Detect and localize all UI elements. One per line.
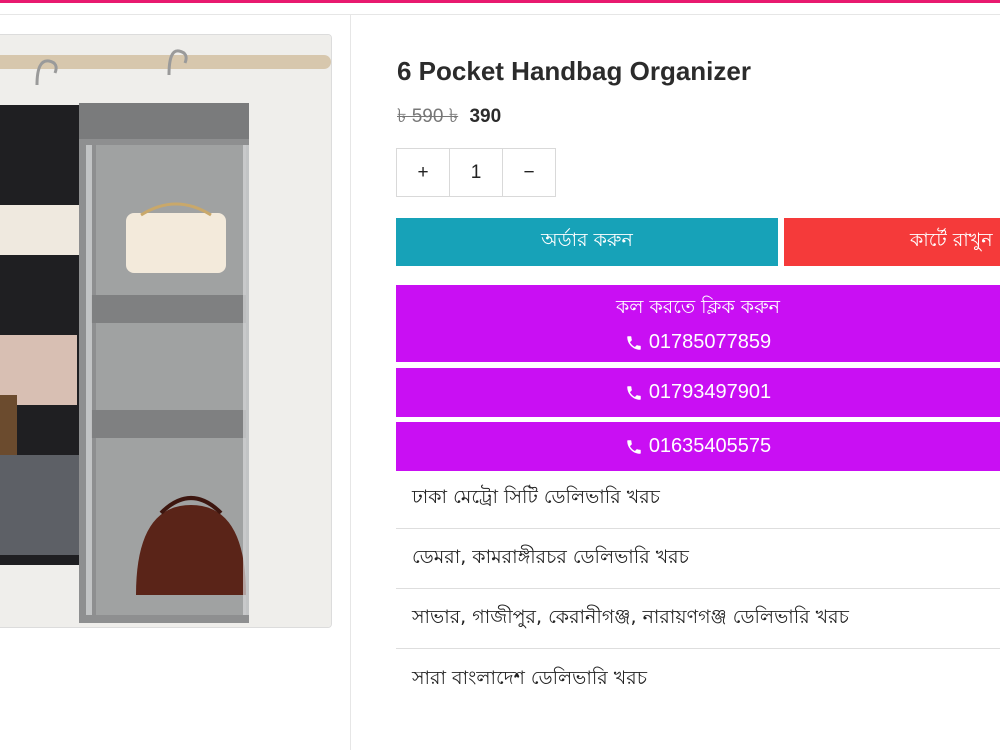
phone-icon [627, 385, 641, 400]
quantity-input[interactable]: 1 [449, 149, 502, 196]
delivery-option-all-bangladesh[interactable]: সারা বাংলাদেশ ডেলিভারি খরচ [396, 650, 1000, 709]
phone-number-line: 01635405575 [625, 435, 771, 458]
call-heading: কল করতে ক্লিক করুন [615, 296, 780, 318]
product-photo-illustration [0, 35, 331, 627]
product-title: 6 Pocket Handbag Organizer [397, 56, 751, 86]
add-to-cart-button[interactable]: কার্টে রাখুন [784, 218, 1000, 266]
phone-number-line: 01793497901 [625, 381, 771, 404]
phone-icon [627, 335, 641, 350]
quantity-increase-button[interactable]: + [397, 149, 449, 196]
phone-icon [627, 439, 641, 454]
phone-number: 01793497901 [648, 381, 772, 403]
call-button-2[interactable]: 01793497901 [396, 368, 1000, 417]
order-button[interactable]: অর্ডার করুন [396, 218, 778, 266]
old-price: ৳ 590 ৳ [397, 106, 459, 127]
column-divider [350, 15, 351, 750]
call-button-primary[interactable]: কল করতে ক্লিক করুন 01785077859 [396, 285, 1000, 362]
delivery-option-demra-kamrangirchar[interactable]: ডেমরা, কামরাঙ্গীরচর ডেলিভারি খরচ [396, 530, 1000, 589]
delivery-option-dhaka-metro[interactable]: ঢাকা মেট্রো সিটি ডেলিভারি খরচ [396, 470, 1000, 529]
call-button-3[interactable]: 01635405575 [396, 422, 1000, 471]
top-accent-bar [0, 0, 1000, 3]
phone-number-line: 01785077859 [625, 331, 771, 354]
sale-price: 390 [469, 106, 502, 127]
quantity-stepper[interactable]: + 1 − [396, 148, 556, 197]
quantity-decrease-button[interactable]: − [502, 149, 555, 196]
phone-number: 01785077859 [648, 331, 772, 353]
price-row: ৳ 590 ৳ 390 [397, 102, 501, 134]
phone-number: 01635405575 [648, 435, 772, 457]
delivery-option-savar-gazipur[interactable]: সাভার, গাজীপুর, কেরানীগঞ্জ, নারায়ণগঞ্জ … [396, 590, 1000, 649]
product-image[interactable] [0, 34, 332, 628]
header-divider [0, 14, 1000, 15]
